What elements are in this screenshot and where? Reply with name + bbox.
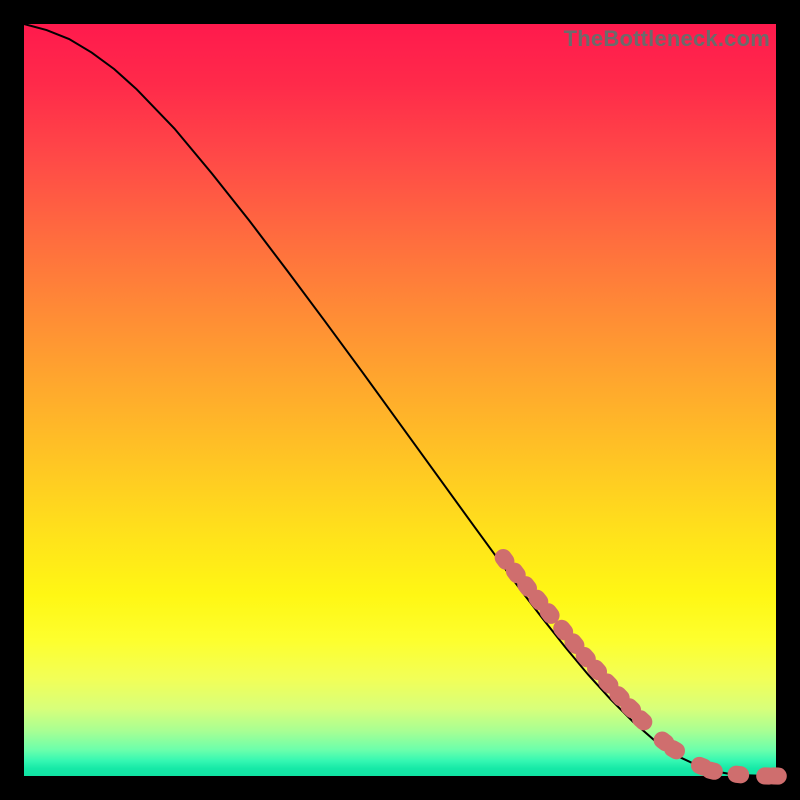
chart-plot-area: TheBottleneck.com: [24, 24, 776, 776]
curve-marker: [765, 767, 787, 784]
curve-marker: [727, 765, 751, 785]
bottleneck-curve: [24, 24, 776, 776]
curve-markers: [491, 546, 787, 785]
chart-frame: TheBottleneck.com: [0, 0, 800, 800]
chart-svg: [24, 24, 776, 776]
